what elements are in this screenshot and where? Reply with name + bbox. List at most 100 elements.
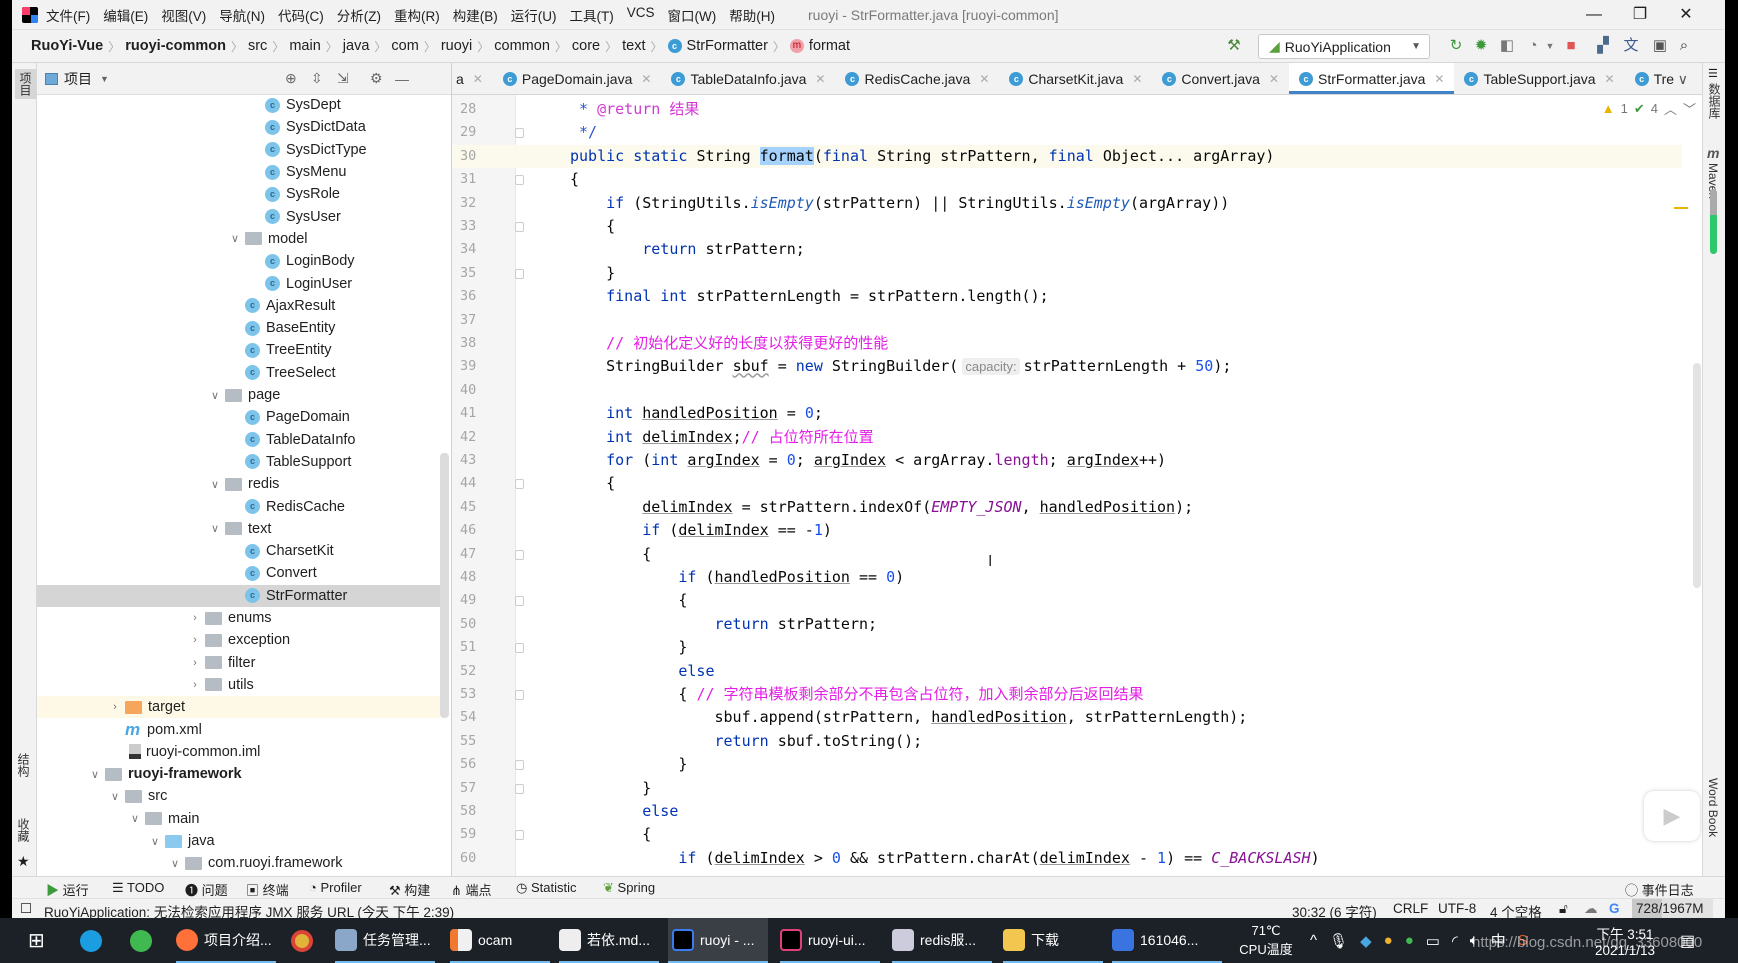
code-line[interactable]: 53 { // 字符串模板剩余部分不再包含占位符，加入剩余部分后返回结果: [452, 683, 1682, 706]
cpu-temperature[interactable]: 71℃ CPU温度: [1236, 918, 1296, 963]
tree-item[interactable]: c SysMenu: [37, 161, 440, 183]
todo-tool-button[interactable]: ☰ TODO: [112, 880, 164, 896]
restore-button[interactable]: ❐: [1617, 0, 1663, 30]
collapse-all-icon[interactable]: ⇲: [337, 70, 349, 87]
tree-item[interactable]: › target: [37, 696, 440, 719]
code-line[interactable]: 49 {: [452, 589, 1682, 612]
menu-vcs[interactable]: VCS: [627, 5, 655, 25]
fold-marker-icon[interactable]: [515, 175, 524, 186]
chevron-down-icon[interactable]: ∨: [125, 812, 145, 825]
code-line[interactable]: 30 public static String format(final Stri…: [452, 144, 1682, 169]
coverage-icon[interactable]: ◧: [1499, 38, 1515, 54]
close-tab-icon[interactable]: ✕: [1605, 72, 1615, 86]
chevron-down-icon[interactable]: ∨: [205, 522, 225, 535]
inspection-widget[interactable]: ▲ 1 ✔ 4 ︿ ﹀: [1601, 99, 1696, 118]
tree-item[interactable]: c SysUser: [37, 206, 440, 228]
favorites-tool-button[interactable]: 收藏: [15, 818, 32, 842]
wordbook-tool-button[interactable]: Word Book: [1706, 778, 1720, 837]
menu-code[interactable]: 代码(C): [278, 5, 324, 25]
code-line[interactable]: 36 final int strPatternLength = strPatte…: [452, 285, 1682, 308]
tree-item[interactable]: c LoginUser: [37, 272, 440, 294]
expand-all-icon[interactable]: ⇳: [311, 70, 323, 87]
crumb-class[interactable]: c StrFormatter: [663, 38, 773, 54]
run-tool-button[interactable]: ▶ 运行: [46, 880, 89, 899]
editor-tab[interactable]: c TableSupport.java ✕: [1454, 63, 1624, 94]
hide-icon[interactable]: —: [395, 71, 409, 87]
menu-view[interactable]: 视图(V): [161, 5, 206, 25]
tree-item[interactable]: ∨ text: [37, 518, 440, 540]
tree-item[interactable]: c TableSupport: [37, 451, 440, 473]
start-button[interactable]: ⊞: [28, 918, 45, 963]
taskbar-wps[interactable]: 161046...: [1112, 918, 1222, 963]
debug-icon[interactable]: ✹: [1473, 38, 1489, 54]
taskbar-intellij-ruoyi[interactable]: ruoyi - ...: [668, 918, 768, 963]
chevron-right-icon[interactable]: ›: [185, 657, 205, 669]
tree-item[interactable]: c TreeSelect: [37, 362, 440, 384]
code-line[interactable]: 41 int handledPosition = 0;: [452, 402, 1682, 425]
fold-marker-icon[interactable]: [515, 760, 524, 771]
editor-tab[interactable]: c StrFormatter.java ✕: [1289, 63, 1455, 94]
menu-file[interactable]: 文件(F): [46, 5, 90, 25]
tree-item[interactable]: ∨ src: [37, 785, 440, 807]
crumb-main[interactable]: main: [284, 38, 325, 54]
structure-tool-button[interactable]: 结构: [15, 753, 32, 777]
tree-item[interactable]: c AjaxResult: [37, 295, 440, 317]
microphone-icon[interactable]: 🎙︎: [1329, 932, 1348, 950]
project-tool-button[interactable]: 项目: [15, 69, 36, 99]
chevron-down-icon[interactable]: ∨: [145, 835, 165, 848]
qq-icon[interactable]: ●: [1384, 932, 1393, 949]
fold-marker-icon[interactable]: [515, 549, 524, 560]
code-line[interactable]: 39 StringBuilder sbuf = new StringBuilde…: [452, 355, 1682, 378]
tree-item[interactable]: ∨ com.ruoyi.framework: [37, 852, 440, 874]
crumb-module[interactable]: ruoyi-common: [120, 38, 231, 54]
statistic-tool-button[interactable]: ◷ Statistic: [516, 880, 576, 896]
code-line[interactable]: 54 sbuf.append(strPattern, handledPositi…: [452, 706, 1682, 729]
code-line[interactable]: 29 */: [452, 121, 1682, 144]
code-line[interactable]: 33 {: [452, 215, 1682, 238]
wifi-icon[interactable]: ◜: [1452, 932, 1458, 950]
fold-marker-icon[interactable]: [515, 128, 524, 139]
close-button[interactable]: ✕: [1663, 0, 1709, 30]
crumb-ruoyi[interactable]: ruoyi: [436, 38, 477, 54]
taskbar-intellij-ruoyi-ui[interactable]: ruoyi-ui...: [780, 918, 880, 963]
close-tab-icon[interactable]: ✕: [815, 72, 825, 86]
project-structure-icon[interactable]: ▞: [1595, 38, 1611, 54]
taskbar-360-browser[interactable]: [130, 918, 158, 963]
taskbar-redis[interactable]: redis服...: [892, 918, 992, 963]
menu-analyze[interactable]: 分析(Z): [337, 5, 381, 25]
tree-item[interactable]: ∨ ruoyi-framework: [37, 763, 440, 785]
build-tool-button[interactable]: ⚒ 构建: [389, 880, 430, 899]
code-line[interactable]: 59 {: [452, 823, 1682, 846]
tree-item[interactable]: › exception: [37, 629, 440, 651]
terminal-tool-button[interactable]: ▣ 终端: [246, 880, 289, 899]
editor-tab[interactable]: c TableDataInfo.java ✕: [661, 63, 835, 94]
tree-item[interactable]: c TableDataInfo: [37, 429, 440, 451]
tree-item[interactable]: c StrFormatter: [37, 584, 440, 607]
code-line[interactable]: 58 else: [452, 800, 1682, 823]
taskbar-edge[interactable]: [80, 918, 108, 963]
tree-item[interactable]: c SysDictData: [37, 116, 440, 138]
tree-item[interactable]: ∨ redis: [37, 473, 440, 495]
code-line[interactable]: 52 else: [452, 660, 1682, 683]
close-tab-icon[interactable]: ✕: [1434, 72, 1444, 86]
chevron-down-icon[interactable]: ∨: [205, 478, 225, 491]
editor-tab[interactable]: c PageDomain.java ✕: [493, 63, 662, 94]
gear-icon[interactable]: ⚙: [370, 70, 383, 87]
tree-item[interactable]: m pom.xml: [37, 718, 440, 740]
code-line[interactable]: 38 // 初始化定义好的长度以获得更好的性能: [452, 332, 1682, 355]
endpoints-tool-button[interactable]: ⋔ 端点: [451, 880, 492, 899]
taskbar-downloads[interactable]: 下载: [1003, 918, 1103, 963]
code-line[interactable]: 40: [452, 379, 1682, 402]
tree-item[interactable]: ∨ page: [37, 384, 440, 406]
database-tool-button[interactable]: 数据库: [1706, 83, 1723, 119]
code-line[interactable]: 60 if (delimIndex > 0 && strPattern.char…: [452, 847, 1682, 870]
chevron-right-icon[interactable]: ›: [105, 701, 125, 713]
taskbar-firefox[interactable]: 项目介绍...: [176, 918, 276, 963]
chevron-down-icon[interactable]: ∨: [105, 790, 125, 803]
close-tab-icon[interactable]: ✕: [473, 72, 483, 86]
tree-item[interactable]: c BaseEntity: [37, 317, 440, 339]
tree-item[interactable]: ∨ main: [37, 808, 440, 830]
cloud-icon[interactable]: ☁: [1584, 901, 1598, 917]
code-area[interactable]: 28 * @return 结果 29 */30 public static Stri…: [452, 95, 1682, 876]
crumb-com[interactable]: com: [386, 38, 423, 54]
